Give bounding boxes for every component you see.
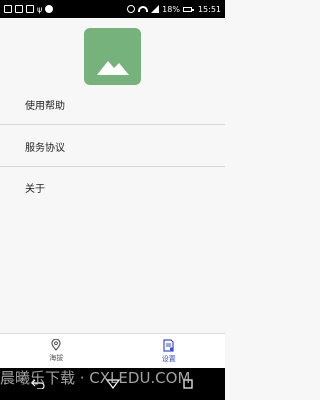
clock: 15:51 xyxy=(197,4,221,14)
watermark: 晨曦乐下载 · CXLEDU.COM xyxy=(0,369,191,387)
menu-item-label: 使用帮助 xyxy=(25,101,65,112)
grid-icon xyxy=(15,5,23,13)
battery-icon xyxy=(182,6,194,12)
document-settings-icon xyxy=(163,338,174,352)
mountain-icon xyxy=(96,61,129,75)
menu-item-label: 关于 xyxy=(25,183,45,195)
menu-item-service-agreement[interactable]: 服务协议 xyxy=(0,127,225,167)
bottom-tab-bar: 海拔 设置 xyxy=(0,333,225,368)
tab-altitude[interactable]: 海拔 xyxy=(0,334,113,368)
settings-menu: 使用帮助 服务协议 关于 xyxy=(0,85,225,207)
tab-label: 海拔 xyxy=(49,354,64,362)
mail-icon xyxy=(26,5,34,13)
wifi-icon xyxy=(138,6,149,12)
battery-percent: 18% xyxy=(162,4,180,14)
location-pin-icon xyxy=(51,339,61,351)
menu-item-about[interactable]: 关于 xyxy=(0,167,225,207)
no-sim-icon xyxy=(127,5,136,13)
signal-icon xyxy=(151,5,160,13)
image-icon xyxy=(4,5,12,13)
tab-settings[interactable]: 设置 xyxy=(113,334,226,368)
tab-label: 设置 xyxy=(161,354,176,363)
app-logo xyxy=(84,28,141,85)
menu-item-help[interactable]: 使用帮助 xyxy=(0,85,225,125)
usb-icon: ψ xyxy=(37,4,43,14)
status-right: 18% 15:51 xyxy=(127,5,221,14)
status-left: ψ xyxy=(4,4,54,14)
status-bar: ψ 18% 15:51 xyxy=(0,0,225,18)
menu-item-label: 服务协议 xyxy=(25,143,65,154)
android-icon xyxy=(45,5,54,13)
